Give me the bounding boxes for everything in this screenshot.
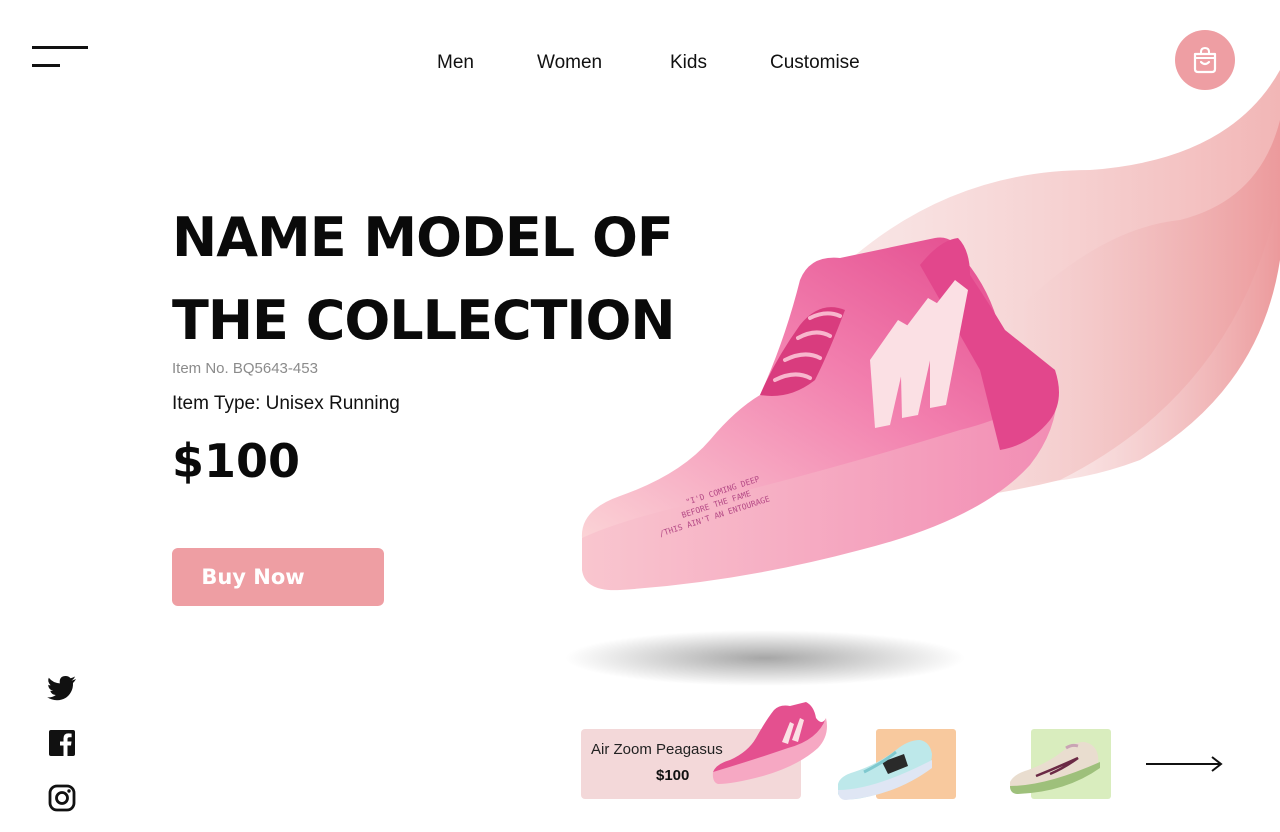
arrow-right-icon[interactable]: [1144, 754, 1224, 774]
nav-item-kids[interactable]: Kids: [670, 52, 707, 74]
nav-item-men[interactable]: Men: [437, 52, 474, 74]
menu-line-top: [32, 46, 88, 49]
product-card-price: $100: [656, 767, 690, 784]
product-thumb-pink-shoe: [712, 702, 827, 784]
item-type: Item Type: Unisex Running: [172, 393, 400, 414]
product-thumb-blue-shoe: [838, 740, 932, 800]
product-thumb-green-shoe: [1010, 742, 1100, 794]
product-price: $100: [172, 434, 301, 488]
page: Men Women Kids Customise NAME MODEL OF T…: [0, 0, 1280, 832]
buy-now-button[interactable]: Buy Now: [172, 548, 384, 606]
item-number: Item No. BQ5643-453: [172, 360, 318, 377]
twitter-icon[interactable]: [46, 672, 78, 704]
nav-item-women[interactable]: Women: [537, 52, 602, 74]
product-card-name: Air Zoom Peagasus: [591, 741, 723, 758]
hero-shoe-image: "I'D COMING DEEP BEFORE THE FAME /THIS A…: [565, 237, 1059, 686]
instagram-icon[interactable]: [46, 782, 78, 814]
facebook-icon[interactable]: [46, 727, 78, 759]
